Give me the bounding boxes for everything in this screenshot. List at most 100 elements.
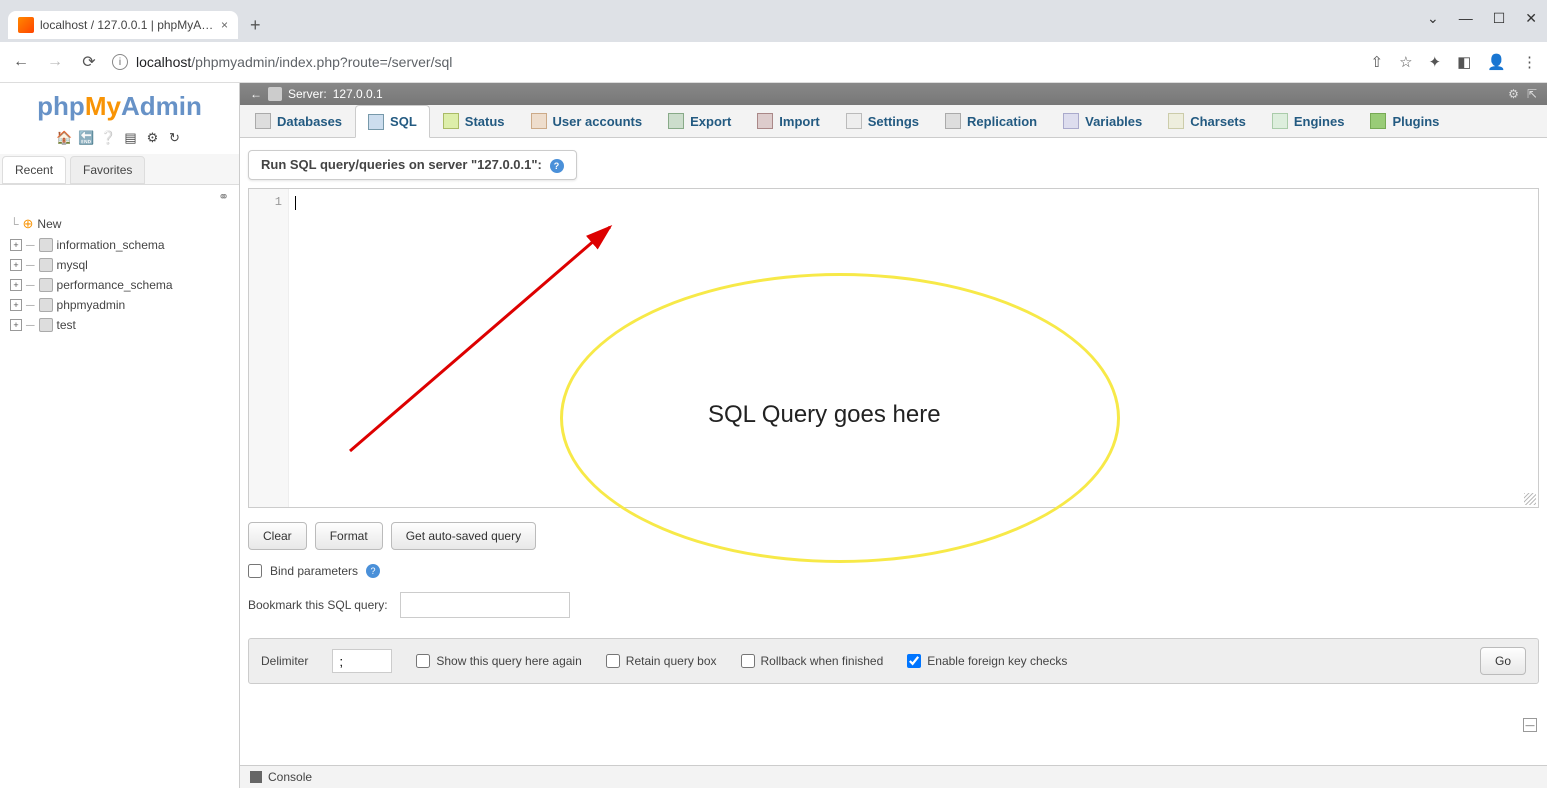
- expander-icon[interactable]: +: [10, 259, 22, 271]
- profile-icon[interactable]: 👤: [1487, 53, 1506, 71]
- tree-db-item[interactable]: +─ performance_schema: [6, 275, 239, 295]
- expander-icon[interactable]: +: [10, 279, 22, 291]
- tab-favorites[interactable]: Favorites: [70, 156, 145, 184]
- tab-settings[interactable]: Settings: [833, 105, 932, 137]
- clear-button[interactable]: Clear: [248, 522, 307, 550]
- show-again-option[interactable]: Show this query here again: [416, 654, 581, 668]
- tab-recent[interactable]: Recent: [2, 156, 66, 184]
- logo[interactable]: phpMyAdmin: [0, 83, 239, 126]
- tree-db-item[interactable]: +─ information_schema: [6, 235, 239, 255]
- tab-replication[interactable]: Replication: [932, 105, 1050, 137]
- tree-db-item[interactable]: +─ mysql: [6, 255, 239, 275]
- expander-icon[interactable]: +: [10, 319, 22, 331]
- tree-db-item[interactable]: +─ phpmyadmin: [6, 295, 239, 315]
- bookmark-input[interactable]: [400, 592, 570, 618]
- sidebar-quick-icons: 🏠 🔚 ❔ ▤ ⚙ ↻: [0, 126, 239, 154]
- share-icon[interactable]: ⇧: [1371, 53, 1384, 71]
- favicon-icon: [18, 17, 34, 33]
- forward-button[interactable]: →: [44, 53, 66, 71]
- sql-icon[interactable]: ▤: [123, 130, 139, 146]
- minimize-icon[interactable]: —: [1459, 10, 1473, 27]
- collapse-marker-icon[interactable]: —: [1523, 718, 1537, 732]
- variables-icon: [1063, 113, 1079, 129]
- fk-checkbox[interactable]: [907, 654, 921, 668]
- collapse-sidebar-icon[interactable]: ←: [250, 87, 262, 101]
- retain-option[interactable]: Retain query box: [606, 654, 717, 668]
- side-panel-icon[interactable]: ◧: [1457, 53, 1471, 71]
- new-tab-button[interactable]: +: [242, 11, 269, 40]
- app: phpMyAdmin 🏠 🔚 ❔ ▤ ⚙ ↻ Recent Favorites …: [0, 83, 1547, 788]
- console-icon: [250, 771, 262, 783]
- page-settings-icon[interactable]: ⚙: [1508, 87, 1519, 101]
- url-path: /phpmyadmin/index.php?route=/server/sql: [191, 54, 452, 70]
- tree-new[interactable]: └⊕ New: [6, 213, 239, 235]
- database-icon: [39, 278, 53, 292]
- back-button[interactable]: ←: [10, 53, 32, 71]
- users-icon: [531, 113, 547, 129]
- export-icon: [668, 113, 684, 129]
- resize-handle-icon[interactable]: [1524, 493, 1536, 505]
- replication-icon: [945, 113, 961, 129]
- logout-icon[interactable]: 🔚: [79, 130, 95, 146]
- delimiter-label: Delimiter: [261, 654, 308, 668]
- extensions-icon[interactable]: ✦: [1429, 53, 1442, 71]
- console-bar[interactable]: Console: [240, 765, 1547, 788]
- rollback-checkbox[interactable]: [741, 654, 755, 668]
- go-button[interactable]: Go: [1480, 647, 1526, 675]
- database-icon: [39, 258, 53, 272]
- link-icon[interactable]: ⚭: [0, 185, 239, 209]
- code-area[interactable]: [289, 189, 1538, 507]
- tab-close-icon[interactable]: ×: [221, 18, 228, 32]
- settings-gear-icon[interactable]: ⚙: [145, 130, 161, 146]
- url-box[interactable]: i localhost/phpmyadmin/index.php?route=/…: [112, 54, 1359, 70]
- tab-users[interactable]: User accounts: [518, 105, 656, 137]
- tree-db-item[interactable]: +─ test: [6, 315, 239, 335]
- star-icon[interactable]: ☆: [1399, 53, 1412, 71]
- chevron-down-icon[interactable]: ⌄: [1427, 10, 1439, 27]
- tab-sql[interactable]: SQL: [355, 105, 430, 138]
- database-icon: [39, 318, 53, 332]
- breadcrumb-value[interactable]: 127.0.0.1: [333, 87, 383, 101]
- tab-plugins[interactable]: Plugins: [1357, 105, 1452, 137]
- format-button[interactable]: Format: [315, 522, 383, 550]
- bookmark-label: Bookmark this SQL query:: [248, 598, 388, 612]
- sidebar: phpMyAdmin 🏠 🔚 ❔ ▤ ⚙ ↻ Recent Favorites …: [0, 83, 240, 788]
- rollback-option[interactable]: Rollback when finished: [741, 654, 884, 668]
- tab-databases[interactable]: Databases: [242, 105, 355, 137]
- home-icon[interactable]: 🏠: [57, 130, 73, 146]
- tab-export[interactable]: Export: [655, 105, 744, 137]
- reload-button[interactable]: ⟳: [78, 52, 100, 72]
- site-info-icon[interactable]: i: [112, 54, 128, 70]
- tab-engines[interactable]: Engines: [1259, 105, 1358, 137]
- close-window-icon[interactable]: ✕: [1525, 10, 1537, 27]
- retain-checkbox[interactable]: [606, 654, 620, 668]
- url-host: localhost: [136, 54, 191, 70]
- tab-strip: localhost / 127.0.0.1 | phpMyAdm × + ⌄ —…: [0, 0, 1547, 42]
- bind-params-checkbox[interactable]: [248, 564, 262, 578]
- wrench-icon: [846, 113, 862, 129]
- reload-tree-icon[interactable]: ↻: [167, 130, 183, 146]
- tab-charsets[interactable]: Charsets: [1155, 105, 1259, 137]
- autosaved-button[interactable]: Get auto-saved query: [391, 522, 536, 550]
- kebab-menu-icon[interactable]: ⋮: [1522, 53, 1537, 71]
- expander-icon[interactable]: +: [10, 239, 22, 251]
- tab-import[interactable]: Import: [744, 105, 832, 137]
- delimiter-input[interactable]: [332, 649, 392, 673]
- tab-variables[interactable]: Variables: [1050, 105, 1155, 137]
- main: ← Server: 127.0.0.1 ⚙ ⇱ Databases SQL St…: [240, 83, 1547, 788]
- fk-option[interactable]: Enable foreign key checks: [907, 654, 1067, 668]
- sql-editor[interactable]: 1: [248, 188, 1539, 508]
- sql-tab-icon: [368, 114, 384, 130]
- tab-status[interactable]: Status: [430, 105, 518, 137]
- page-expand-icon[interactable]: ⇱: [1527, 87, 1537, 101]
- help-icon[interactable]: ?: [366, 564, 380, 578]
- help-icon[interactable]: ?: [550, 159, 564, 173]
- breadcrumb-bar: ← Server: 127.0.0.1 ⚙ ⇱: [240, 83, 1547, 105]
- browser-tab[interactable]: localhost / 127.0.0.1 | phpMyAdm ×: [8, 11, 238, 39]
- expander-icon[interactable]: +: [10, 299, 22, 311]
- docs-icon[interactable]: ❔: [101, 130, 117, 146]
- show-again-checkbox[interactable]: [416, 654, 430, 668]
- new-db-icon: ⊕: [23, 216, 34, 232]
- footer-bar: Delimiter Show this query here again Ret…: [248, 638, 1539, 684]
- maximize-icon[interactable]: ☐: [1493, 10, 1506, 27]
